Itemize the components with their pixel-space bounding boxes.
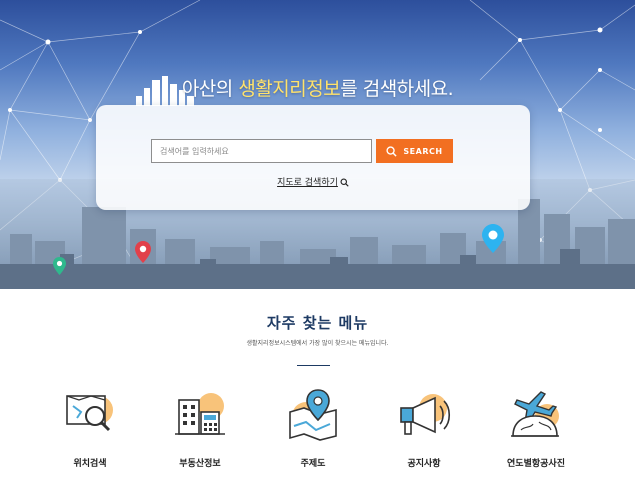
menu-item-label: 위치검색 [73, 459, 107, 469]
menu-item-real-estate[interactable]: 부동산정보 [150, 386, 250, 469]
hero-title-prefix: 아산의 [181, 78, 239, 100]
map-pin-icon [289, 389, 337, 441]
menu-item-notice[interactable]: 공지사항 [374, 386, 474, 469]
search-button[interactable]: SEARCH [376, 139, 453, 163]
hero-title-highlight: 생활지리정보 [238, 78, 341, 100]
menu-item-label: 공지사항 [407, 459, 441, 469]
search-icon [386, 145, 398, 157]
menu-section-subtitle: 생활지리정보시스템에서 가장 많이 찾으시는 메뉴입니다. [246, 340, 389, 347]
menu-item-location-search[interactable]: 위치검색 [40, 386, 140, 469]
map-search-icon [66, 395, 113, 432]
search-input[interactable] [151, 139, 372, 163]
megaphone-icon [400, 394, 451, 435]
airplane-globe-icon [511, 391, 559, 437]
menu-item-label: 주제도 [300, 459, 326, 469]
hero-title-suffix: 를 검색하세요. [340, 78, 454, 100]
map-search-link[interactable]: 지도로 검색하기 [96, 175, 530, 188]
blue-pin-icon [482, 224, 504, 253]
map-search-link-label: 지도로 검색하기 [277, 178, 338, 188]
hero-banner: 아산의 생활지리정보를 검색하세요. SEARCH 지도로 검색하기 [0, 0, 635, 289]
menu-divider [297, 365, 330, 366]
search-button-label: SEARCH [403, 146, 443, 156]
green-pin-icon [53, 257, 66, 275]
menu-item-label: 연도별항공사진 [507, 459, 565, 469]
menu-item-label: 부동산정보 [179, 459, 221, 469]
red-pin-icon [135, 241, 151, 263]
menu-item-thematic-map[interactable]: 주제도 [263, 386, 363, 469]
building-calculator-icon [175, 393, 225, 435]
menu-item-aerial-photo[interactable]: 연도별항공사진 [486, 386, 586, 469]
magnifier-icon [340, 178, 349, 187]
menu-section-title: 자주 찾는 메뉴 [266, 314, 369, 332]
hero-title: 아산의 생활지리정보를 검색하세요. [0, 74, 635, 101]
search-panel: SEARCH 지도로 검색하기 [96, 105, 530, 210]
